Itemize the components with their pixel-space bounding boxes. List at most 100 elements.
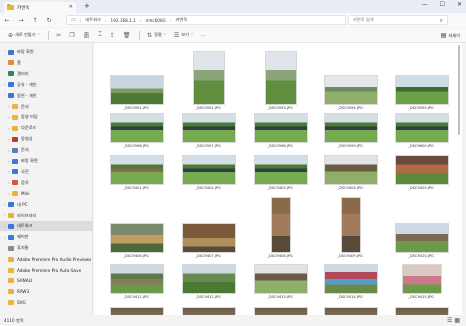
sort-button[interactable]: ⇅ 정렬 ˅ [143,32,170,39]
image-thumbnail[interactable] [110,155,164,185]
sidebar-item[interactable]: ˅ 바탕 화면 [0,47,93,57]
file-name[interactable]: _DSC9415.JPG [391,295,451,299]
file-name[interactable]: _DSC9594.JPG [320,106,380,110]
image-thumbnail[interactable] [324,264,378,294]
file-name[interactable]: _DSC9413.JPG [250,295,310,299]
details-pane-button[interactable]: ▤ 자세히 [441,32,460,39]
file-name[interactable]: _DSC9596.JPG [106,144,166,148]
close-tab-icon[interactable]: ✕ [69,4,73,10]
sidebar-item[interactable]: › 동영상 [0,134,93,144]
refresh-button[interactable]: ↻ [42,17,56,24]
breadcrumb-item[interactable]: 192.168.1.1 [111,18,136,23]
image-thumbnail[interactable] [324,155,378,185]
sidebar-item[interactable]: › 공유 - 개인 [0,80,93,90]
image-thumbnail[interactable] [395,307,449,315]
view-button[interactable]: ☰ 보기 ˅ [170,32,197,39]
forward-button[interactable]: → [14,17,28,24]
sidebar-item[interactable]: › 문서 [0,102,93,112]
sidebar-item[interactable]: › 동영 미팅 [0,112,93,122]
image-thumbnail[interactable] [395,75,449,105]
close-window-button[interactable]: ✕ [457,1,462,8]
file-name[interactable]: _DSC9599.JPG [320,144,380,148]
image-thumbnail[interactable] [110,75,164,105]
sidebar-item[interactable]: › 문서 [0,145,93,155]
file-name[interactable]: _DSC9593.JPG [250,106,310,110]
sidebar-item[interactable]: › 사진 [0,167,93,177]
file-name[interactable]: _DSC9402.JPG [178,186,238,190]
file-name[interactable]: _DSC9401.JPG [106,186,166,190]
image-thumbnail[interactable] [110,307,164,315]
file-name[interactable]: _DSC9410.JPG [391,254,451,258]
rename-button[interactable]: ⌶ [94,31,106,39]
new-tab-button[interactable]: + [84,2,90,10]
view-toggle[interactable]: ☰ ▦ [447,317,460,324]
image-thumbnail[interactable] [110,113,164,143]
file-name[interactable]: _DSC9407.JPG [178,254,238,258]
cut-button[interactable]: ✂ [52,32,65,39]
file-name[interactable]: _DSC9412.JPG [178,295,238,299]
sidebar-item[interactable]: › 제어판 [0,232,93,242]
file-name[interactable]: _DSC9403.JPG [250,186,310,190]
file-name[interactable]: _DSC9409.JPG [320,254,380,258]
image-thumbnail[interactable] [110,223,164,253]
sidebar-item[interactable]: › 다운로드 [0,123,93,133]
up-button[interactable]: ↑ [28,17,42,24]
sidebar-item[interactable]: RAW3 [0,287,93,297]
image-thumbnail[interactable] [193,51,225,105]
file-name[interactable]: _DSC9404.JPG [320,186,380,190]
sidebar-item[interactable]: ˅ 동연 - 개인 [0,91,93,101]
image-thumbnail[interactable] [182,307,236,315]
new-button[interactable]: ⊕ 새로 만들기 ˅ [4,32,44,39]
sidebar-item[interactable]: 홈 [0,58,93,68]
paste-button[interactable]: 📋︎ [79,32,95,39]
file-name[interactable]: _DSC9600.JPG [391,144,451,148]
sidebar-item[interactable]: 휴지통 [0,243,93,253]
copy-button[interactable]: ❐ [65,32,78,39]
image-thumbnail[interactable] [254,307,308,315]
sidebar-item[interactable]: SVG [0,298,93,308]
file-name[interactable]: _DSC9595.JPG [391,106,451,110]
image-thumbnail[interactable] [271,197,291,253]
tab-current[interactable]: 카면옥 ✕ [4,2,76,13]
image-thumbnail[interactable] [341,197,361,253]
file-name[interactable]: _DSC9406.JPG [106,254,166,258]
delete-button[interactable]: 🗑︎ [119,32,135,39]
image-thumbnail[interactable] [265,51,297,105]
image-thumbnail[interactable] [110,264,164,294]
image-thumbnail[interactable] [324,113,378,143]
more-button[interactable]: ··· [197,33,209,38]
sidebar-item[interactable]: › 라이브러리 [0,211,93,221]
search-box[interactable]: 카면옥 검색 ⌕ [348,15,448,25]
file-name[interactable]: _DSC9592.JPG [178,106,238,110]
image-thumbnail[interactable] [182,223,236,253]
file-name[interactable]: _DSC9414.JPG [320,295,380,299]
image-thumbnail[interactable] [254,113,308,143]
sidebar-item[interactable]: › Mini [0,189,93,199]
image-thumbnail[interactable] [395,223,449,253]
address-bar[interactable]: ▭ › 네트워크 › 192.168.1.1 › mhc600G › 카면옥 [66,15,346,25]
sidebar-item[interactable]: Adobe Premiere Pro Audio Previews [0,254,93,264]
file-name[interactable]: _DSC9408.JPG [250,254,310,258]
image-thumbnail[interactable] [324,307,378,315]
search-input[interactable]: 카면옥 검색 [353,17,374,23]
breadcrumb-item[interactable]: mhc600G [146,18,166,23]
image-thumbnail[interactable] [324,75,378,105]
breadcrumb-item[interactable]: 네트워크 [85,17,100,23]
sidebar-item[interactable]: › 네트워크 [0,221,93,232]
sidebar-item[interactable]: 갤러리 [0,69,93,79]
minimize-button[interactable]: — [422,1,428,8]
maximize-button[interactable]: ☐ [440,1,445,8]
file-name[interactable]: _DSC9598.JPG [250,144,310,148]
image-thumbnail[interactable] [402,264,442,294]
image-thumbnail[interactable] [254,155,308,185]
breadcrumb-item[interactable]: 카면옥 [176,17,188,23]
sidebar-item[interactable]: › 바탕 화면 [0,156,93,166]
image-thumbnail[interactable] [182,155,236,185]
sidebar-item[interactable]: Adobe Premiere Pro Auto-Save [0,265,93,275]
sidebar-item[interactable]: SANALI [0,276,93,286]
file-name[interactable]: _DSC9591.JPG [106,106,166,110]
image-thumbnail[interactable] [395,155,449,185]
image-thumbnail[interactable] [254,264,308,294]
sidebar-item[interactable]: › 음악 [0,178,93,188]
scrollbar[interactable] [458,45,460,135]
